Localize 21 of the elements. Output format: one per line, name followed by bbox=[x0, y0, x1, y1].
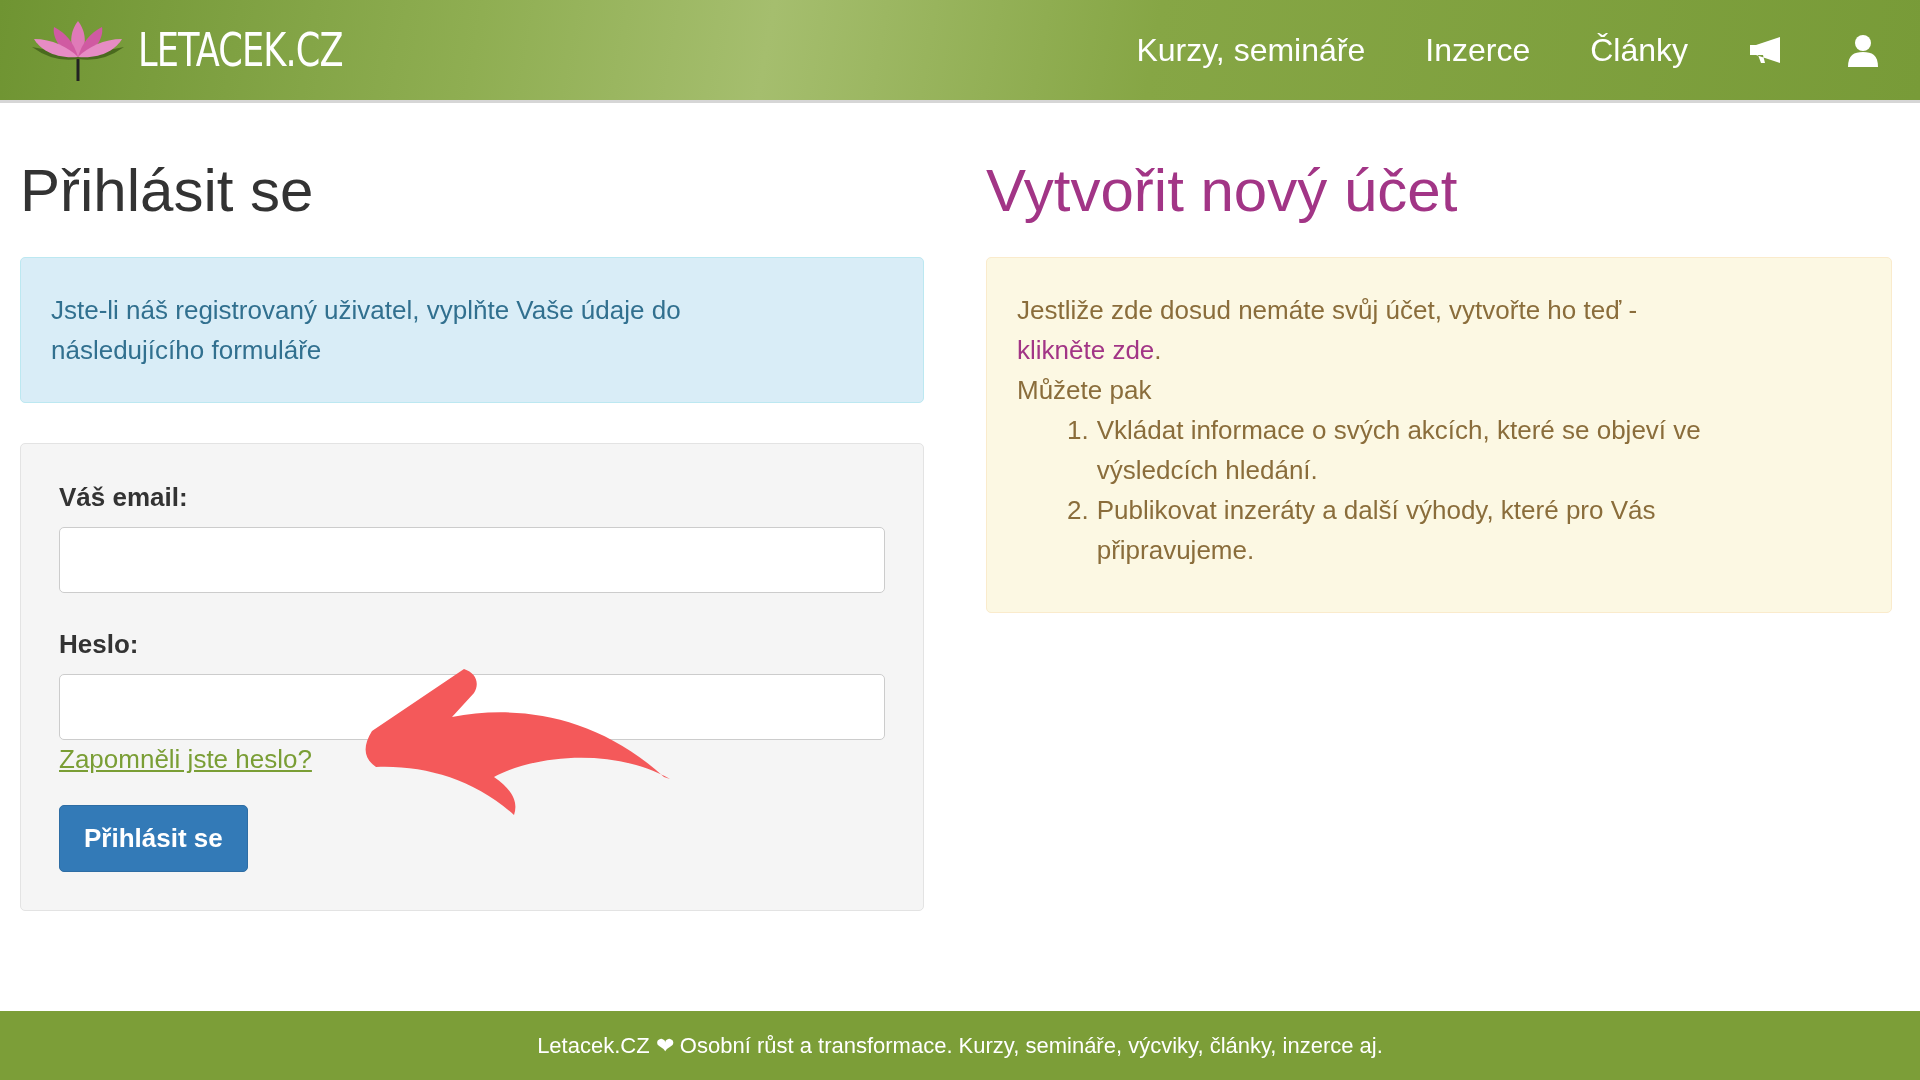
section-title: Vytvořit nový účet bbox=[986, 161, 1459, 221]
field-label: Váš email: bbox=[59, 482, 189, 513]
forgot-password-link[interactable]: Zapomněli jste heslo? bbox=[59, 744, 312, 775]
login-button[interactable]: Přihlásit se bbox=[59, 805, 248, 872]
user-icon[interactable] bbox=[1846, 33, 1880, 67]
intro-text: Jestliže zde dosud nemáte svůj účet, vytvořte ho teď - klikněte zde. bbox=[1017, 294, 1639, 367]
nav-link[interactable]: Kurzy, semináře bbox=[1136, 31, 1366, 69]
email-field[interactable] bbox=[59, 527, 885, 593]
nav-link[interactable]: Články bbox=[1590, 31, 1688, 69]
site-logo[interactable]: LETACEK.CZ bbox=[138, 23, 343, 77]
field-label: Heslo: bbox=[59, 629, 140, 660]
intro-subtext: Můžete pak bbox=[1017, 374, 1153, 407]
page-title: Přihlásit se bbox=[20, 161, 315, 221]
benefit-text: Vkládat informace o svých akcích, které se objeví ve výsledcích hledání. bbox=[1096, 414, 1702, 487]
nav-link[interactable]: Inzerce bbox=[1425, 31, 1531, 69]
benefit-text: Publikovat inzeráty a další výhody, které pro Vás připravujeme. bbox=[1096, 494, 1657, 567]
info-message: Jste-li náš registrovaný uživatel, vyplňte Vaše údaje do následujícího formuláře bbox=[20, 257, 924, 403]
list-number: 1. bbox=[1067, 414, 1089, 447]
footer-text: Letacek.CZ ❤ Osobní růst a transformace. Kurzy, semináře, výcviky, články, inzerce aj. bbox=[537, 1032, 1383, 1059]
list-number: 2. bbox=[1067, 494, 1089, 527]
register-link[interactable]: klikněte zde bbox=[1017, 335, 1155, 365]
